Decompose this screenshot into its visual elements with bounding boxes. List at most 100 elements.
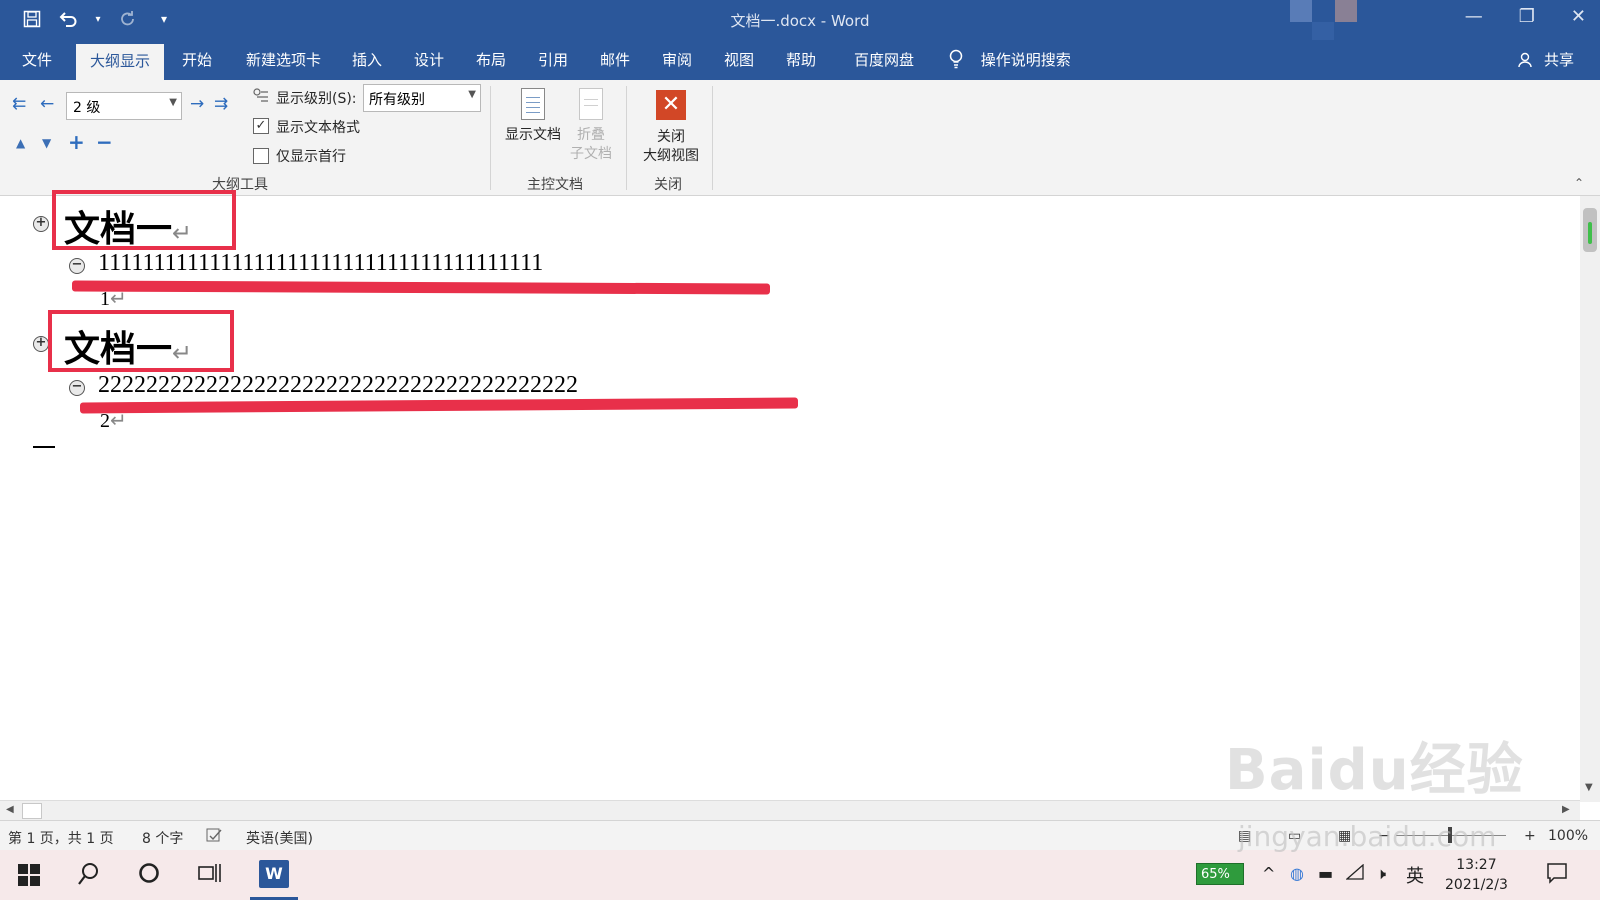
battery-indicator[interactable]: 65% xyxy=(1196,863,1244,885)
expand-heading-icon[interactable]: + xyxy=(33,216,49,232)
language[interactable]: 英语(美国) xyxy=(246,828,313,848)
expand-icon[interactable]: + xyxy=(68,130,85,154)
task-view-icon[interactable] xyxy=(198,862,222,889)
scroll-down-icon[interactable]: ▼ xyxy=(1585,782,1593,793)
watermark-logo: Baidu经验 xyxy=(1225,738,1524,803)
move-down-icon[interactable]: ▼ xyxy=(42,136,51,150)
tab-outline[interactable]: 大纲显示 xyxy=(76,44,165,80)
close-label-1: 关闭 xyxy=(657,129,685,145)
collapse-subdocuments-button[interactable]: 折叠 子文档 xyxy=(564,88,618,164)
annotation-box xyxy=(52,190,236,250)
show-level-value: 所有级别 xyxy=(369,92,425,108)
show-level-label: 显示级别(S): xyxy=(276,91,357,107)
group-label-master-doc: 主控文档 xyxy=(527,177,583,193)
clock-time: 13:27 xyxy=(1456,857,1497,873)
tab-mailings[interactable]: 邮件 xyxy=(586,40,644,80)
tab-home[interactable]: 开始 xyxy=(168,40,226,80)
promote-icon[interactable]: ← xyxy=(40,94,54,114)
close-icon[interactable]: ✕ xyxy=(1571,6,1586,27)
close-label-2: 大纲视图 xyxy=(643,148,699,164)
annotation-underline xyxy=(79,397,799,414)
restore-icon[interactable]: ❐ xyxy=(1519,6,1535,27)
tab-insert[interactable]: 插入 xyxy=(338,40,396,80)
vertical-scrollbar[interactable]: ▼ xyxy=(1580,196,1600,802)
collapse-ribbon-icon[interactable]: ⌃ xyxy=(1574,176,1584,190)
body-text-1b-value: 1 xyxy=(100,288,110,310)
close-outline-view-button[interactable]: ✕ 关闭 大纲视图 xyxy=(634,90,708,166)
window-title: 文档一.docx - Word xyxy=(730,12,870,30)
tab-design[interactable]: 设计 xyxy=(400,40,458,80)
body-text-1b[interactable]: 1↵ xyxy=(100,286,127,311)
proofing-icon[interactable] xyxy=(206,828,222,846)
zoom-level[interactable]: 100% xyxy=(1548,828,1588,844)
collapse-sub-label-1: 折叠 xyxy=(577,127,605,143)
document-icon xyxy=(521,88,545,120)
search-icon[interactable] xyxy=(78,862,100,891)
show-hidden-icons-icon[interactable]: ^ xyxy=(1262,864,1275,883)
title-bar: ▾ ▾ 文档一.docx - Word — ❐ ✕ xyxy=(0,0,1600,44)
page-count[interactable]: 第 1 页，共 1 页 xyxy=(8,828,114,848)
tab-new-tab[interactable]: 新建选项卡 xyxy=(232,40,335,80)
ribbon-outline: ⇇ ← 2 级 ▼ → ⇉ ▲ ▼ + − 显示级别(S): 所有级别 ▼ ✓ … xyxy=(0,80,1600,196)
tab-layout[interactable]: 布局 xyxy=(462,40,520,80)
person-icon xyxy=(1517,51,1538,69)
scroll-right-icon[interactable]: ▶ xyxy=(1562,804,1570,815)
demote-icon[interactable]: → xyxy=(190,94,204,114)
outline-level-select[interactable]: 2 级 ▼ xyxy=(66,92,182,120)
tell-me-search[interactable]: 操作说明搜索 xyxy=(948,40,1071,80)
tell-me-label: 操作说明搜索 xyxy=(980,51,1071,69)
tab-file[interactable]: 文件 xyxy=(8,40,66,80)
body-text-2b[interactable]: 2↵ xyxy=(100,408,127,433)
windows-start-icon[interactable] xyxy=(18,864,40,891)
collapse-body-icon[interactable]: − xyxy=(69,258,85,274)
horizontal-scroll-thumb[interactable] xyxy=(22,803,42,819)
tab-review[interactable]: 审阅 xyxy=(648,40,706,80)
group-separator xyxy=(712,86,713,190)
tab-references[interactable]: 引用 xyxy=(524,40,582,80)
device-icon[interactable]: ▬ xyxy=(1318,864,1333,883)
scroll-left-icon[interactable]: ◀ xyxy=(6,804,14,815)
group-separator xyxy=(490,86,491,190)
ime-indicator[interactable]: 英 xyxy=(1406,862,1424,888)
wifi-icon[interactable] xyxy=(1345,863,1364,884)
demote-to-body-icon[interactable]: ⇉ xyxy=(214,94,228,114)
show-level-icon xyxy=(253,88,269,108)
tab-help[interactable]: 帮助 xyxy=(772,40,830,80)
collapse-body-icon[interactable]: − xyxy=(69,380,85,396)
subdocument-icon xyxy=(579,88,603,120)
promote-to-heading1-icon[interactable]: ⇇ xyxy=(12,94,26,114)
tab-baidu-netdisk[interactable]: 百度网盘 xyxy=(840,40,928,80)
share-button[interactable]: 共享 xyxy=(1517,40,1574,80)
show-first-line-checkbox[interactable] xyxy=(253,148,269,164)
show-document-label: 显示文档 xyxy=(505,127,561,143)
cortana-icon[interactable] xyxy=(138,862,160,889)
zoom-in-icon[interactable]: + xyxy=(1524,828,1536,844)
document-canvas[interactable]: + 文档一↵ − 1111111111111111111111111111111… xyxy=(0,190,1580,802)
return-mark: ↵ xyxy=(110,410,127,432)
expand-heading-icon[interactable]: + xyxy=(33,336,49,352)
show-text-format-checkbox[interactable]: ✓ xyxy=(253,118,269,134)
body-text-2[interactable]: 2222222222222222222222222222222222222222 xyxy=(98,372,578,399)
annotation-underline xyxy=(71,280,771,295)
body-text-1[interactable]: 1111111111111111111111111111111111111111 xyxy=(98,250,543,277)
word-count[interactable]: 8 个字 xyxy=(142,828,183,848)
show-document-button[interactable]: 显示文档 xyxy=(500,88,566,145)
show-level-select[interactable]: 所有级别 ▼ xyxy=(363,84,481,112)
window-controls: — ❐ ✕ xyxy=(1465,6,1586,27)
ribbon-tabs: 文件 大纲显示 开始 新建选项卡 插入 设计 布局 引用 邮件 审阅 视图 帮助… xyxy=(0,40,1600,80)
collapse-icon[interactable]: − xyxy=(96,130,113,154)
action-center-icon[interactable] xyxy=(1546,862,1568,889)
network-globe-icon[interactable]: ◍ xyxy=(1290,864,1304,883)
minimize-icon[interactable]: — xyxy=(1465,6,1483,27)
clock-date: 2021/2/3 xyxy=(1445,877,1508,893)
move-up-icon[interactable]: ▲ xyxy=(16,136,25,150)
vertical-scroll-thumb[interactable] xyxy=(1583,208,1597,252)
system-clock[interactable]: 13:27 2021/2/3 xyxy=(1445,855,1508,895)
return-mark: ↵ xyxy=(110,288,127,310)
taskbar-word-app[interactable]: W xyxy=(250,856,298,900)
chevron-down-icon: ▼ xyxy=(169,97,177,108)
show-first-line-label: 仅显示首行 xyxy=(276,149,346,165)
annotation-box xyxy=(48,310,234,372)
tab-view[interactable]: 视图 xyxy=(710,40,768,80)
volume-icon[interactable]: 🕨 xyxy=(1376,864,1386,884)
